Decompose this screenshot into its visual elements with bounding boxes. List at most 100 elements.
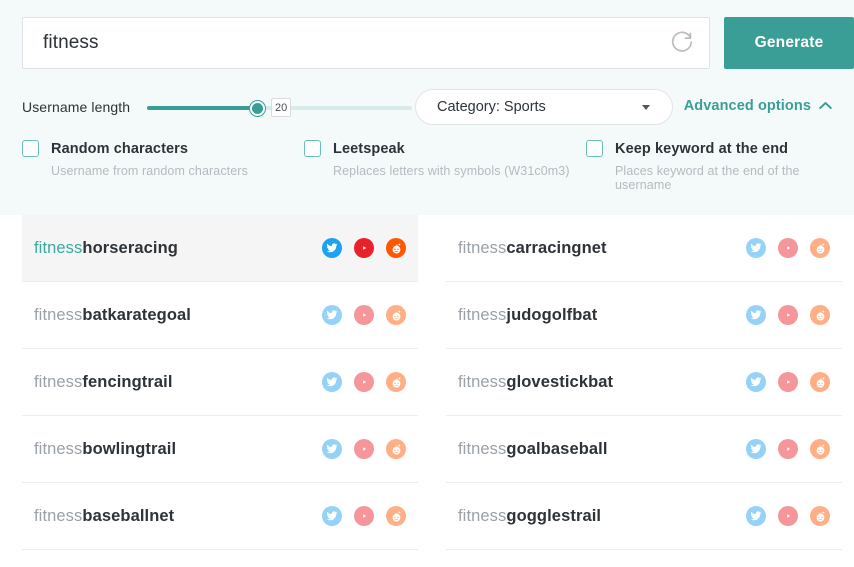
username-result-row[interactable]: fitnessbaseballnet <box>22 483 418 550</box>
reddit-icon[interactable] <box>810 506 830 526</box>
checkbox-group-leetspeak: Leetspeak Replaces letters with symbols … <box>304 140 570 178</box>
checkbox-keep-keyword-at-the-end[interactable] <box>586 140 603 157</box>
username-suffix: baseballnet <box>82 506 175 525</box>
username-generator-page: Generate Username length 20 Category: Sp… <box>0 0 854 567</box>
social-availability-icons <box>746 439 842 459</box>
username-text: fitnessglovestickbat <box>446 373 746 392</box>
reddit-icon[interactable] <box>386 305 406 325</box>
checkbox-random-characters[interactable] <box>22 140 39 157</box>
reddit-icon[interactable] <box>810 372 830 392</box>
advanced-options-toggle[interactable]: Advanced options <box>684 98 832 114</box>
username-prefix: fitness <box>458 506 507 525</box>
social-availability-icons <box>322 372 418 392</box>
username-prefix: fitness <box>458 305 507 324</box>
username-suffix: glovestickbat <box>506 372 614 391</box>
twitter-icon[interactable] <box>322 238 342 258</box>
search-box[interactable] <box>22 17 710 69</box>
social-availability-icons <box>746 238 842 258</box>
checkbox-label-random-characters: Random characters <box>51 140 189 157</box>
twitter-icon[interactable] <box>322 439 342 459</box>
results-area: fitnesshorseracing fitnessbatkarategoal fi… <box>0 215 854 567</box>
checkbox-label-leetspeak: Leetspeak <box>333 140 405 157</box>
username-prefix: fitness <box>458 238 507 257</box>
youtube-icon[interactable] <box>778 506 798 526</box>
youtube-icon[interactable] <box>354 439 374 459</box>
checkbox-description-random-characters: Username from random characters <box>51 164 248 178</box>
youtube-icon[interactable] <box>354 506 374 526</box>
generate-button[interactable]: Generate <box>724 17 854 69</box>
username-prefix: fitness <box>458 372 507 391</box>
reddit-icon[interactable] <box>386 439 406 459</box>
username-result-row[interactable]: fitnessbatkarategoal <box>22 282 418 349</box>
options-row: Username length 20 Category: Sports Adva… <box>22 89 832 125</box>
youtube-icon[interactable] <box>354 238 374 258</box>
username-result-row[interactable]: fitnesshorseracing <box>22 215 418 282</box>
username-result-row[interactable]: fitnessjudogolfbat <box>446 282 842 349</box>
username-text: fitnessbatkarategoal <box>22 306 322 325</box>
reddit-icon[interactable] <box>810 439 830 459</box>
reddit-icon[interactable] <box>810 238 830 258</box>
search-row: Generate <box>22 17 854 69</box>
youtube-icon[interactable] <box>778 439 798 459</box>
twitter-icon[interactable] <box>746 372 766 392</box>
username-prefix: fitness <box>34 238 83 257</box>
username-suffix: carracingnet <box>506 238 607 257</box>
username-text: fitnessjudogolfbat <box>446 306 746 325</box>
social-availability-icons <box>322 238 418 258</box>
username-suffix: bowlingtrail <box>82 439 177 458</box>
youtube-icon[interactable] <box>354 372 374 392</box>
username-text: fitnesshorseracing <box>22 239 322 258</box>
twitter-icon[interactable] <box>746 506 766 526</box>
twitter-icon[interactable] <box>322 372 342 392</box>
reddit-icon[interactable] <box>386 238 406 258</box>
username-result-row[interactable]: fitnessgoalbaseball <box>446 416 842 483</box>
username-text: fitnessbaseballnet <box>22 507 322 526</box>
reddit-icon[interactable] <box>810 305 830 325</box>
username-prefix: fitness <box>34 439 83 458</box>
username-suffix: horseracing <box>82 238 178 257</box>
slider-thumb[interactable] <box>250 101 265 116</box>
username-result-row[interactable]: fitnessbowlingtrail <box>22 416 418 483</box>
username-length-slider[interactable]: 20 <box>147 92 412 124</box>
username-suffix: judogolfbat <box>506 305 598 324</box>
username-length-label: Username length <box>22 99 131 115</box>
reddit-icon[interactable] <box>386 506 406 526</box>
category-dropdown[interactable]: Category: Sports <box>415 89 673 125</box>
youtube-icon[interactable] <box>778 238 798 258</box>
username-result-row[interactable]: fitnesscarracingnet <box>446 215 842 282</box>
youtube-icon[interactable] <box>354 305 374 325</box>
advanced-options-label: Advanced options <box>683 98 811 114</box>
username-prefix: fitness <box>458 439 507 458</box>
username-result-row[interactable]: fitnessfencingtrail <box>22 349 418 416</box>
checkbox-description-leetspeak: Replaces letters with symbols (W31c0m3) <box>333 164 570 178</box>
twitter-icon[interactable] <box>746 305 766 325</box>
checkbox-group-random-characters: Random characters Username from random c… <box>22 140 248 178</box>
advanced-checkbox-row: Random characters Username from random c… <box>22 140 832 196</box>
username-text: fitnessgoalbaseball <box>446 440 746 459</box>
youtube-icon[interactable] <box>778 305 798 325</box>
search-input[interactable] <box>23 32 655 54</box>
chevron-down-icon <box>642 104 650 110</box>
results-column-right: fitnesscarracingnet fitnessjudogolfbat fit… <box>446 215 842 550</box>
username-prefix: fitness <box>34 506 83 525</box>
twitter-icon[interactable] <box>322 305 342 325</box>
slider-value-badge: 20 <box>271 98 292 117</box>
chevron-up-icon <box>819 98 832 114</box>
twitter-icon[interactable] <box>746 238 766 258</box>
social-availability-icons <box>746 305 842 325</box>
username-result-row[interactable]: fitnessglovestickbat <box>446 349 842 416</box>
results-column-left: fitnesshorseracing fitnessbatkarategoal fi… <box>22 215 418 550</box>
refresh-icon <box>669 29 695 58</box>
social-availability-icons <box>746 372 842 392</box>
username-text: fitnessgogglestrail <box>446 507 746 526</box>
twitter-icon[interactable] <box>746 439 766 459</box>
category-dropdown-label: Category: Sports <box>437 99 546 115</box>
refresh-button[interactable] <box>655 17 709 69</box>
youtube-icon[interactable] <box>778 372 798 392</box>
twitter-icon[interactable] <box>322 506 342 526</box>
username-result-row[interactable]: fitnessgogglestrail <box>446 483 842 550</box>
social-availability-icons <box>746 506 842 526</box>
reddit-icon[interactable] <box>386 372 406 392</box>
checkbox-leetspeak[interactable] <box>304 140 321 157</box>
username-prefix: fitness <box>34 305 83 324</box>
